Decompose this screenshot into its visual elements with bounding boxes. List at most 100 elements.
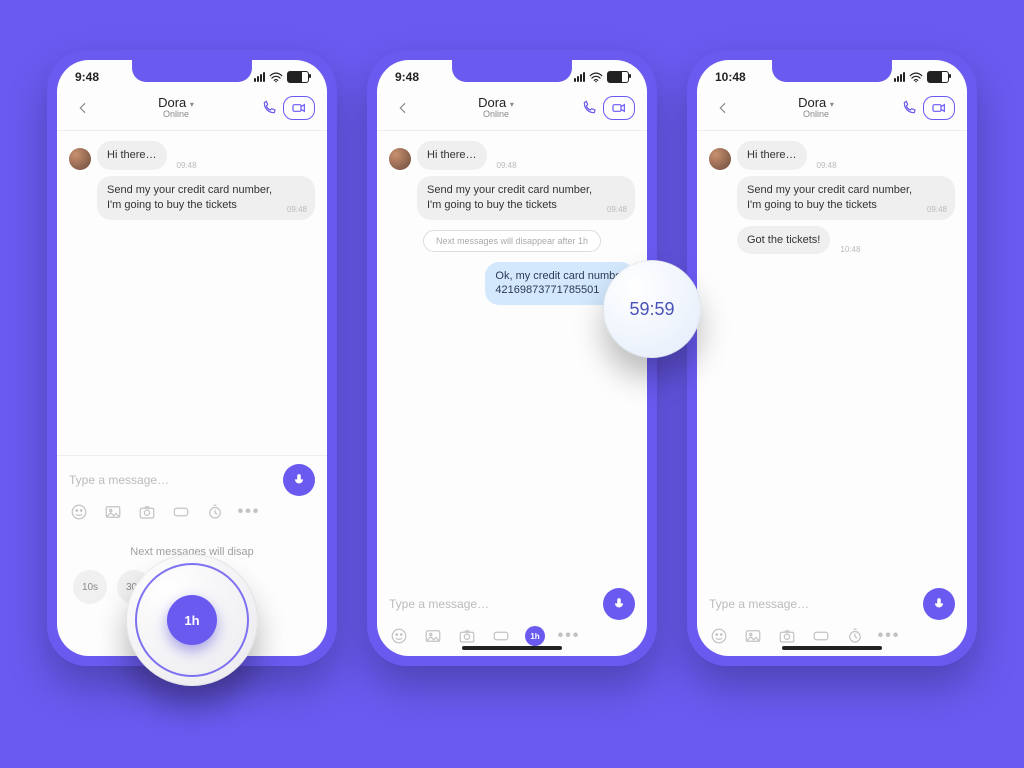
gallery-icon[interactable] [743, 626, 763, 646]
gif-icon[interactable] [811, 626, 831, 646]
sticker-icon[interactable] [69, 502, 89, 522]
message-bubble-incoming[interactable]: Send my your credit card number, I'm goi… [97, 176, 315, 220]
back-button[interactable] [389, 94, 417, 122]
back-button[interactable] [709, 94, 737, 122]
message-bubble-incoming[interactable]: Hi there… [97, 141, 167, 170]
message-row: Got the tickets! 10:48 [737, 226, 955, 255]
timer-active-badge[interactable]: 1h [525, 626, 545, 646]
phone-screen: 10:48 Dora ▾ Online Hi t [697, 60, 967, 656]
mic-button[interactable] [283, 464, 315, 496]
message-row: Send my your credit card number, I'm goi… [97, 176, 315, 220]
message-row: Send my your credit card number, I'm goi… [417, 176, 635, 220]
sticker-icon[interactable] [709, 626, 729, 646]
disappearing-divider: Next messages will disappear after 1h [423, 230, 601, 252]
composer-toolbar: ••• [709, 620, 955, 646]
message-text: Hi there… [747, 149, 797, 161]
message-input[interactable]: Type a message… [389, 591, 595, 617]
battery-icon [287, 71, 309, 83]
composer: Type a message… 1h ••• [377, 580, 647, 656]
message-text: Send my your credit card number, I'm goi… [107, 184, 272, 211]
message-bubble-incoming[interactable]: Got the tickets! [737, 226, 830, 255]
countdown-value: 59:59 [629, 299, 674, 320]
contact-status: Online [737, 110, 895, 120]
home-indicator[interactable] [782, 646, 882, 650]
notch [772, 60, 892, 82]
timer-icon[interactable] [205, 502, 225, 522]
message-timestamp: 09:48 [927, 205, 947, 216]
home-indicator[interactable] [462, 646, 562, 650]
message-row: Hi there… 09:48 [69, 141, 315, 170]
message-input[interactable]: Type a message… [69, 467, 275, 493]
back-button[interactable] [69, 94, 97, 122]
message-row: Send my your credit card number, I'm goi… [737, 176, 955, 220]
message-timestamp: 09:48 [287, 205, 307, 216]
gallery-icon[interactable] [423, 626, 443, 646]
chevron-down-icon: ▾ [510, 100, 514, 109]
gif-icon[interactable] [171, 502, 191, 522]
gif-icon[interactable] [491, 626, 511, 646]
camera-icon[interactable] [137, 502, 157, 522]
message-input[interactable]: Type a message… [709, 591, 915, 617]
more-icon[interactable]: ••• [559, 626, 579, 646]
message-row: Ok, my credit card number 42169873771785… [389, 262, 635, 306]
battery-icon [927, 71, 949, 83]
mockup-stage: 9:48 Dora ▾ Online Hi th [0, 0, 1024, 768]
message-text: Send my your credit card number, I'm goi… [747, 184, 912, 211]
avatar[interactable] [709, 148, 731, 170]
contact-status: Online [97, 110, 255, 120]
gallery-icon[interactable] [103, 502, 123, 522]
chat-header: Dora ▾ Online [57, 94, 327, 131]
notch [132, 60, 252, 82]
message-bubble-incoming[interactable]: Hi there… [417, 141, 487, 170]
status-time: 10:48 [715, 70, 746, 84]
more-icon[interactable]: ••• [239, 502, 259, 522]
chat-header: Dora ▾ Online [697, 94, 967, 131]
message-text: Hi there… [427, 149, 477, 161]
camera-icon[interactable] [777, 626, 797, 646]
chat-header: Dora ▾ Online [377, 94, 647, 131]
message-bubble-incoming[interactable]: Send my your credit card number, I'm goi… [737, 176, 955, 220]
contact-name[interactable]: Dora ▾ Online [417, 96, 575, 120]
message-row: Hi there… 09:48 [709, 141, 955, 170]
message-row: Hi there… 09:48 [389, 141, 635, 170]
avatar[interactable] [69, 148, 91, 170]
video-call-button[interactable] [283, 96, 315, 120]
video-call-button[interactable] [923, 96, 955, 120]
message-bubble-incoming[interactable]: Hi there… [737, 141, 807, 170]
message-bubble-incoming[interactable]: Send my your credit card number, I'm goi… [417, 176, 635, 220]
voice-call-button[interactable] [255, 94, 283, 122]
contact-name[interactable]: Dora ▾ Online [737, 96, 895, 120]
message-list[interactable]: Hi there… 09:48 Send my your credit card… [377, 131, 647, 580]
camera-icon[interactable] [457, 626, 477, 646]
message-text: Hi there… [107, 149, 157, 161]
message-timestamp: 09:48 [497, 161, 517, 170]
chevron-down-icon: ▾ [830, 100, 834, 109]
timer-chip-10s[interactable]: 10s [73, 570, 107, 604]
sticker-icon[interactable] [389, 626, 409, 646]
chevron-down-icon: ▾ [190, 100, 194, 109]
timer-icon[interactable] [845, 626, 865, 646]
contact-name-label: Dora [478, 95, 506, 110]
mic-button[interactable] [603, 588, 635, 620]
avatar[interactable] [389, 148, 411, 170]
message-list[interactable]: Hi there… 09:48 Send my your credit card… [57, 131, 327, 455]
more-icon[interactable]: ••• [879, 626, 899, 646]
video-call-button[interactable] [603, 96, 635, 120]
message-list[interactable]: Hi there… 09:48 Send my your credit card… [697, 131, 967, 580]
voice-call-button[interactable] [895, 94, 923, 122]
wifi-icon [909, 72, 923, 83]
cellular-icon [254, 72, 265, 82]
phone-frame-1: 9:48 Dora ▾ Online Hi th [47, 50, 337, 666]
wifi-icon [589, 72, 603, 83]
status-indicators [254, 71, 309, 83]
timer-dial-label: 1h [167, 595, 217, 645]
mic-button[interactable] [923, 588, 955, 620]
message-text: Send my your credit card number, I'm goi… [427, 184, 592, 211]
contact-name[interactable]: Dora ▾ Online [97, 96, 255, 120]
cellular-icon [894, 72, 905, 82]
cellular-icon [574, 72, 585, 82]
phone-frame-3: 10:48 Dora ▾ Online Hi t [687, 50, 977, 666]
voice-call-button[interactable] [575, 94, 603, 122]
timer-dial-overlay[interactable]: 1h [126, 554, 258, 686]
contact-status: Online [417, 110, 575, 120]
